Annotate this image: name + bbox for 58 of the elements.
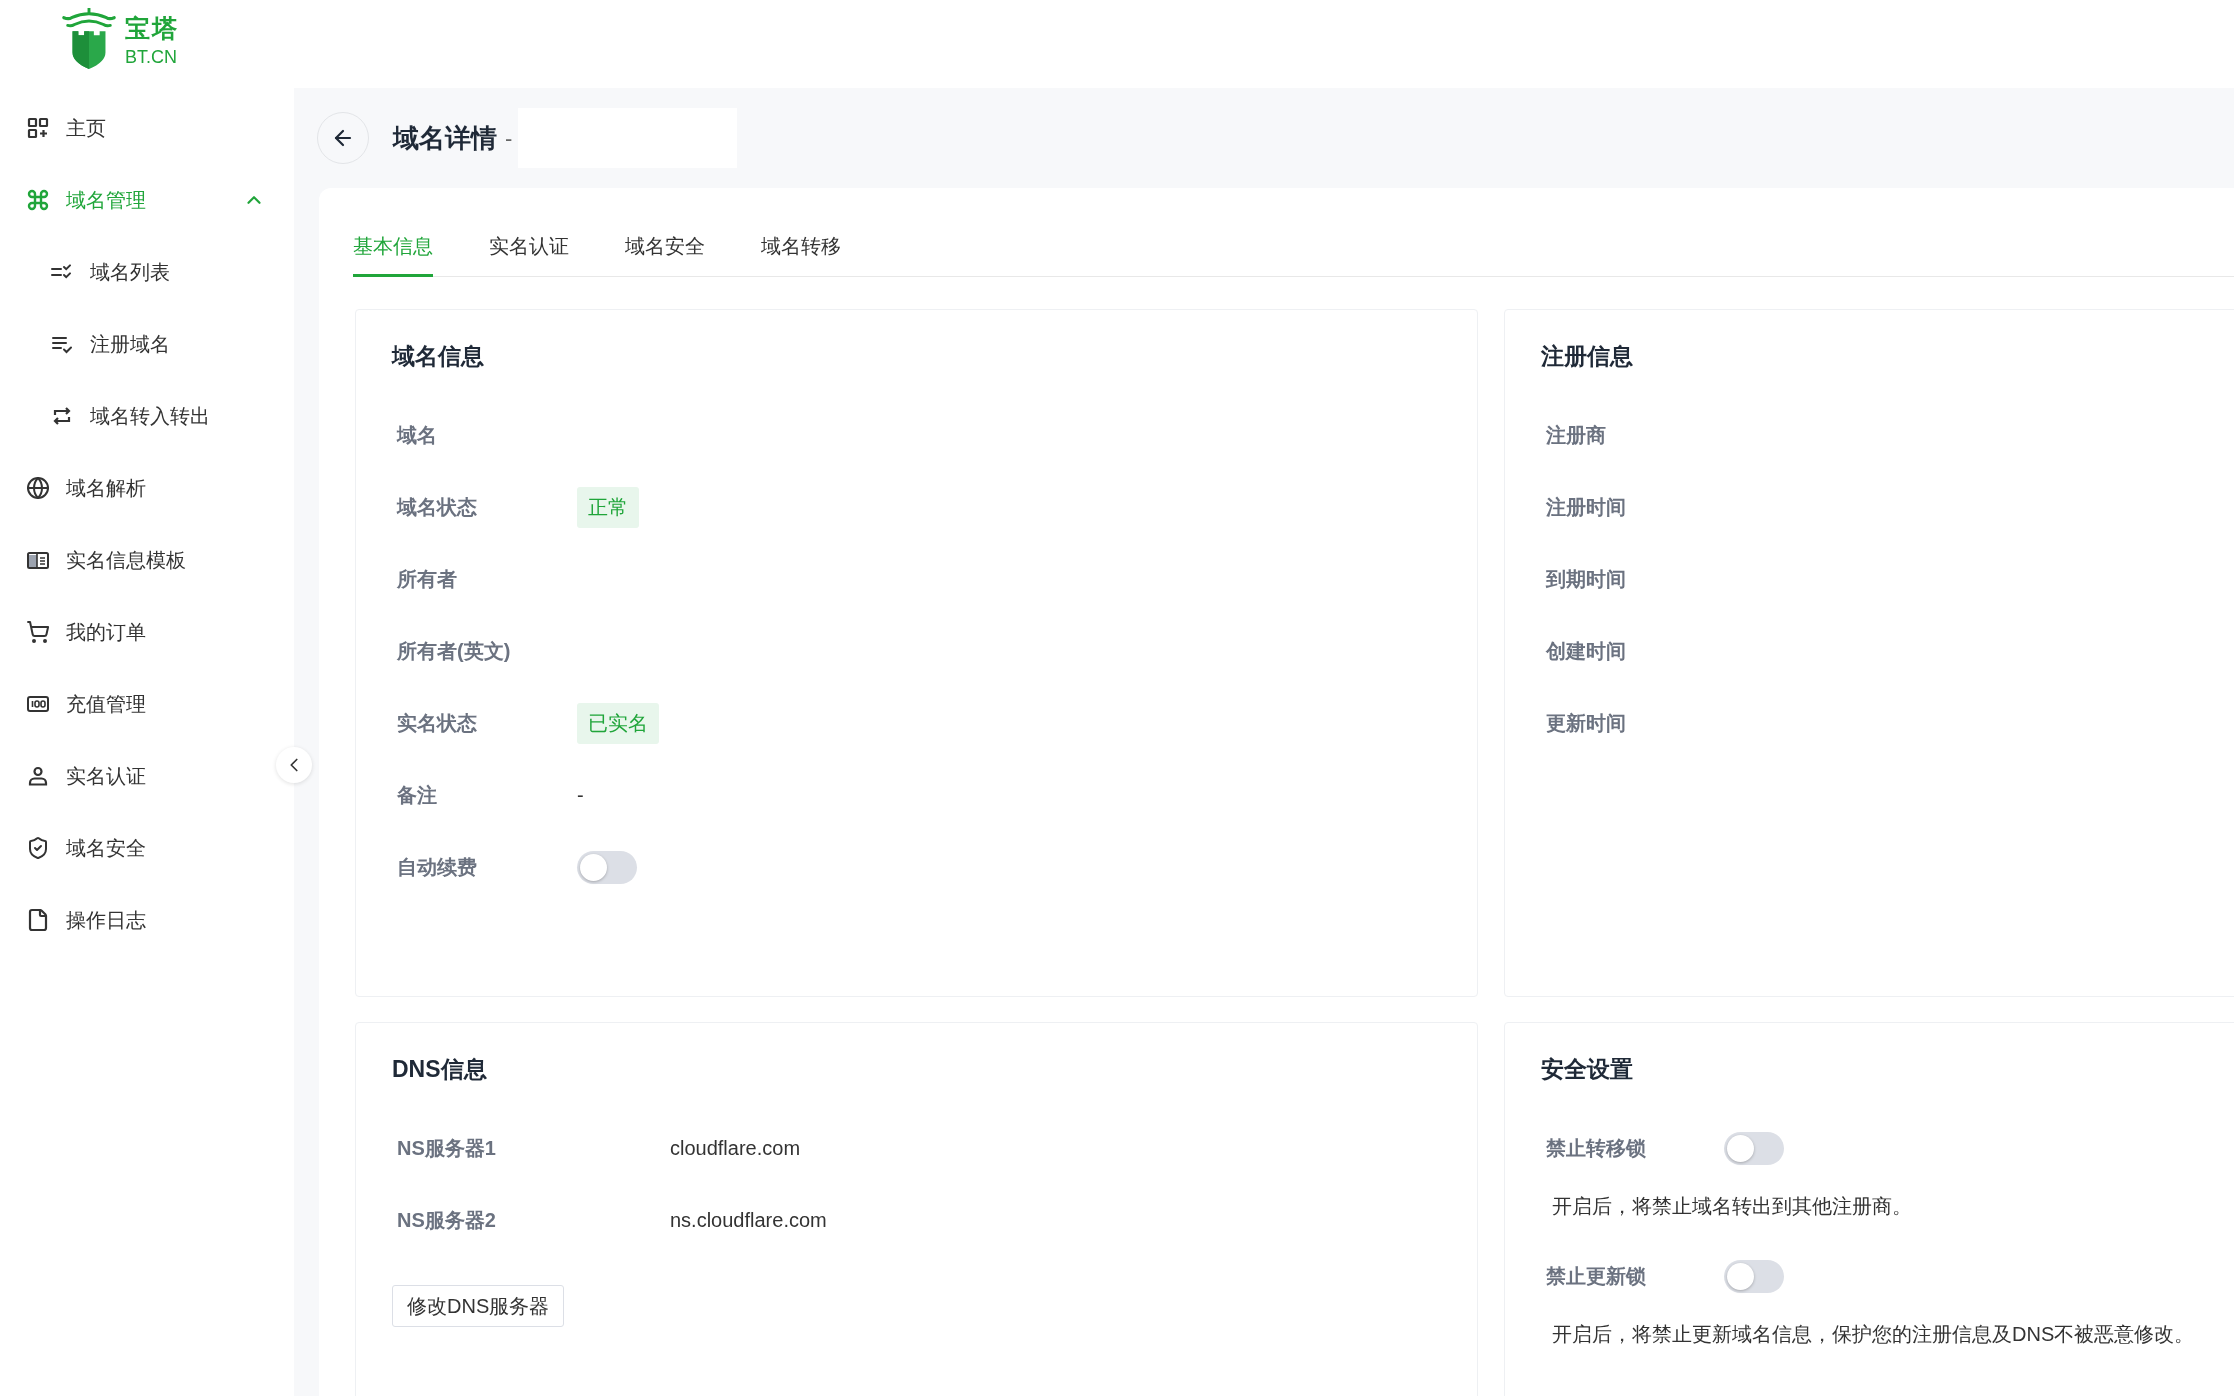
sidebar-item[interactable]: 我的订单 <box>0 596 272 668</box>
field-label: 注册商 <box>1546 423 1607 448</box>
field-label: 实名状态 <box>397 711 478 736</box>
toggle-switch[interactable] <box>1724 1259 1784 1293</box>
toggle-switch[interactable] <box>577 850 637 884</box>
toggle-switch[interactable] <box>1724 1131 1784 1165</box>
field-label: 所有者(英文) <box>397 639 512 664</box>
tab[interactable]: 域名转移 <box>761 218 841 277</box>
field-value: - <box>577 783 584 808</box>
tab[interactable]: 实名认证 <box>489 218 569 277</box>
title-separator: - <box>505 124 513 153</box>
field-label: 注册时间 <box>1546 495 1627 520</box>
field-label: 自动续费 <box>397 855 478 880</box>
field-label: 备注 <box>397 783 438 808</box>
field-label: 所有者 <box>397 567 458 592</box>
field-label: 更新时间 <box>1546 711 1627 736</box>
cart-icon <box>26 620 50 644</box>
card-title: 注册信息 <box>1541 342 1634 370</box>
sidebar-item[interactable]: 域名安全 <box>0 812 272 884</box>
field-label: 域名状态 <box>397 495 478 520</box>
logo-domain: BT.CN <box>125 46 178 68</box>
field-label: NS服务器2 <box>397 1208 497 1233</box>
card-title: DNS信息 <box>392 1055 488 1083</box>
sidebar-item[interactable]: 操作日志 <box>0 884 272 956</box>
tower-shield-logo-icon <box>62 8 116 70</box>
globe-icon <box>26 476 50 500</box>
setting-description: 开启后，将禁止更新域名信息，保护您的注册信息及DNS不被恶意修改。 <box>1551 1322 2196 1347</box>
field-value: ns.cloudflare.com <box>670 1208 827 1233</box>
card-title: 安全设置 <box>1541 1055 1634 1083</box>
status-badge: 已实名 <box>577 702 659 744</box>
tab[interactable]: 域名安全 <box>625 218 705 277</box>
field-value: cloudflare.com <box>670 1136 801 1161</box>
sidebar-item[interactable]: 充值管理 <box>0 668 272 740</box>
field-label: 域名 <box>397 423 438 448</box>
field-label: 禁止更新锁 <box>1546 1264 1647 1289</box>
grid-plus-icon <box>26 116 50 140</box>
user-icon <box>26 764 50 788</box>
card-title: 域名信息 <box>392 342 485 370</box>
sidebar-item[interactable]: 实名认证 <box>0 740 272 812</box>
sidebar-item[interactable]: 主页 <box>0 92 272 164</box>
collapse-button[interactable] <box>276 747 312 783</box>
sidebar-item[interactable]: 域名解析 <box>0 452 272 524</box>
command-icon <box>26 188 50 212</box>
file-icon <box>26 908 50 932</box>
sidebar-item[interactable]: 域名列表 <box>0 236 272 308</box>
shield-check-icon <box>26 836 50 860</box>
field-label: NS服务器1 <box>397 1136 497 1161</box>
logo-name: 宝塔 <box>125 14 179 42</box>
edit-dns-button[interactable]: 修改DNS服务器 <box>392 1285 565 1327</box>
setting-description: 开启后，将禁止域名转出到其他注册商。 <box>1551 1194 1913 1219</box>
field-label: 创建时间 <box>1546 639 1627 664</box>
sidebar-item[interactable]: 实名信息模板 <box>0 524 272 596</box>
sidebar-item[interactable]: 注册域名 <box>0 308 272 380</box>
field-label: 到期时间 <box>1546 567 1627 592</box>
sidebar-item[interactable]: 域名转入转出 <box>0 380 272 452</box>
status-badge: 正常 <box>577 486 639 528</box>
page-title: 域名详情 <box>393 121 497 155</box>
field-label: 禁止转移锁 <box>1546 1136 1647 1161</box>
